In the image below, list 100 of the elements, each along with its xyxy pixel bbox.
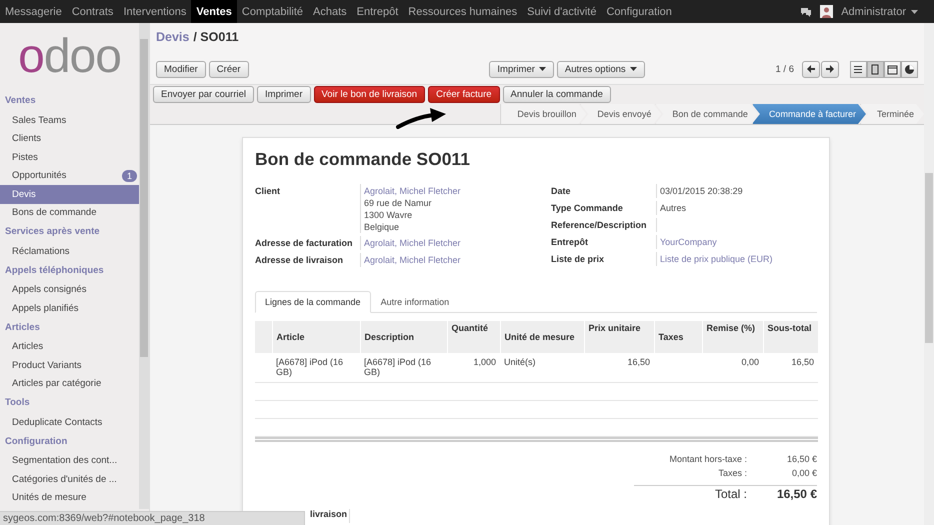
field-link[interactable]: Agrolait, Michel Fletcher [364, 254, 551, 266]
status-stage[interactable]: Devis envoyé [580, 104, 662, 124]
action-button[interactable]: Envoyer par courriel [153, 86, 254, 103]
menu-item[interactable]: Comptabilité [236, 0, 308, 23]
scrollbar[interactable] [139, 23, 149, 509]
status-stage[interactable]: Devis brouillon [500, 104, 586, 124]
sidebar-item[interactable]: Appels consignés [0, 280, 140, 299]
avatar-icon [820, 5, 834, 18]
view-switch-button[interactable] [901, 60, 918, 78]
sidebar-item[interactable]: Clients [0, 130, 140, 148]
column-header[interactable]: Quantité [447, 321, 500, 353]
breadcrumb-link[interactable]: Devis [156, 30, 190, 44]
notebook-tab[interactable]: Lignes de la commande [255, 291, 371, 313]
sidebar-item[interactable]: Devis [0, 185, 140, 204]
caret-icon [630, 67, 637, 71]
action-button[interactable]: Annuler la commande [502, 86, 611, 103]
sidebar-item[interactable]: Pistes [0, 148, 140, 166]
section-title: Articles [4, 320, 41, 334]
section-title: Tools [4, 396, 31, 410]
view-switch-button[interactable] [850, 60, 867, 78]
view-switch-button[interactable] [884, 60, 901, 78]
field-label: Client [255, 185, 282, 198]
sidebar-item[interactable]: Appels planifiés [0, 299, 140, 318]
status-stage[interactable]: Bon de commande [655, 104, 758, 124]
column-header[interactable]: Prix unitaire [584, 321, 654, 353]
toolbar-button[interactable]: Créer [208, 60, 249, 78]
menu-item[interactable]: Ventes [191, 0, 237, 23]
menu-item[interactable]: Ressources humaines [403, 0, 522, 23]
address-line: Belgique [364, 221, 400, 233]
form-title: Bon de commande SO011 [255, 149, 471, 170]
sidebar-item[interactable]: Articles par catégorie [0, 374, 140, 393]
sidebar-item[interactable]: Segmentation des cont... [0, 452, 140, 470]
breadcrumb-current: / SO011 [193, 30, 239, 44]
section-title: Appels téléphoniques [4, 264, 105, 278]
chat-icon[interactable] [800, 6, 812, 18]
sidebar-item[interactable]: Bons de commande [0, 204, 140, 222]
menu-item[interactable]: Messagerie [0, 0, 67, 23]
table-cell: 1,000 [473, 357, 496, 367]
sidebar-item[interactable]: Deduplicate Contacts [0, 413, 140, 432]
column-header[interactable]: Article [272, 321, 360, 353]
column-header[interactable]: Remise (%) [702, 321, 763, 353]
field-link[interactable]: Agrolait, Michel Fletcher [364, 185, 551, 197]
toolbar-button[interactable]: Modifier [156, 60, 206, 78]
menu-item[interactable]: Configuration [601, 0, 677, 23]
field-label: Date [551, 185, 572, 198]
grand-total-value: 16,50 € [776, 487, 817, 501]
calendar-view-icon [887, 64, 898, 74]
sidebar-item[interactable]: Opportunités 1 [0, 166, 140, 185]
user-menu[interactable]: Administrator [841, 6, 918, 18]
dropdown-button[interactable]: Imprimer [489, 60, 554, 78]
pager-button[interactable] [821, 60, 839, 78]
sidebar-item[interactable]: Sales Teams [0, 111, 140, 130]
scrollbar[interactable] [924, 23, 934, 525]
section-title: Configuration [4, 434, 68, 448]
action-button[interactable]: Voir le bon de livraison [314, 86, 426, 103]
arrow-drawing [396, 108, 446, 129]
pager: 1 / 6 [776, 64, 794, 74]
column-header[interactable]: Description [360, 321, 447, 353]
total-label: Taxes : [717, 468, 747, 478]
table-cell: Unité(s) [504, 357, 536, 367]
sidebar-item[interactable]: Unités de mesure [0, 488, 140, 507]
address-line: 69 rue de Namur [364, 197, 433, 209]
menu-item[interactable]: Contrats [66, 0, 118, 23]
table-cell: 16,50 [627, 357, 650, 367]
field-link[interactable]: Liste de prix publique (EUR) [660, 253, 817, 265]
caret-icon [911, 10, 918, 14]
field-label: Adresse de facturation [255, 237, 354, 250]
field-label: Type Commande [551, 202, 624, 215]
action-button[interactable]: Imprimer [257, 86, 310, 103]
column-header[interactable]: Unité de mesure [500, 321, 584, 353]
menu-item[interactable]: Achats [308, 0, 352, 23]
menu-item[interactable]: Interventions [118, 0, 192, 23]
dropdown-button[interactable]: Autres options [556, 60, 645, 78]
field-link[interactable]: YourCompany [660, 236, 817, 248]
logo: odoo [17, 29, 122, 85]
column-header[interactable]: Taxes [654, 321, 702, 353]
sidebar-item[interactable]: Catégories d'unités de ... [0, 470, 140, 488]
caret-icon [538, 67, 546, 71]
column-header[interactable]: Sous-total [763, 321, 818, 353]
field-label: livraison [310, 509, 348, 521]
status-stage[interactable]: Terminée [860, 104, 924, 124]
sidebar-item[interactable]: Réclamations [0, 242, 140, 260]
pager-button[interactable] [802, 60, 820, 78]
table-cell: 16,50 [791, 357, 814, 367]
sidebar-item[interactable]: Product Variants [0, 356, 140, 374]
form-view-icon [870, 64, 881, 74]
sidebar-item[interactable]: Articles [0, 338, 140, 356]
view-switch-button[interactable] [867, 60, 884, 78]
menu-item[interactable]: Entrepôt [352, 0, 404, 23]
grand-total-label: Total : [714, 487, 747, 501]
action-button[interactable]: Créer facture [428, 86, 500, 103]
section-title: Ventes [4, 94, 37, 108]
field-value: Autres [660, 202, 688, 214]
menu-item[interactable]: Suivi d'activité [522, 0, 602, 23]
notebook-tab[interactable]: Autre information [370, 291, 460, 313]
total-value: 16,50 € [786, 454, 817, 464]
next-arrow-icon [825, 63, 835, 75]
field-label: Liste de prix [551, 253, 606, 266]
status-stage[interactable]: Commande à facturer [752, 104, 866, 124]
field-link[interactable]: Agrolait, Michel Fletcher [364, 237, 551, 249]
